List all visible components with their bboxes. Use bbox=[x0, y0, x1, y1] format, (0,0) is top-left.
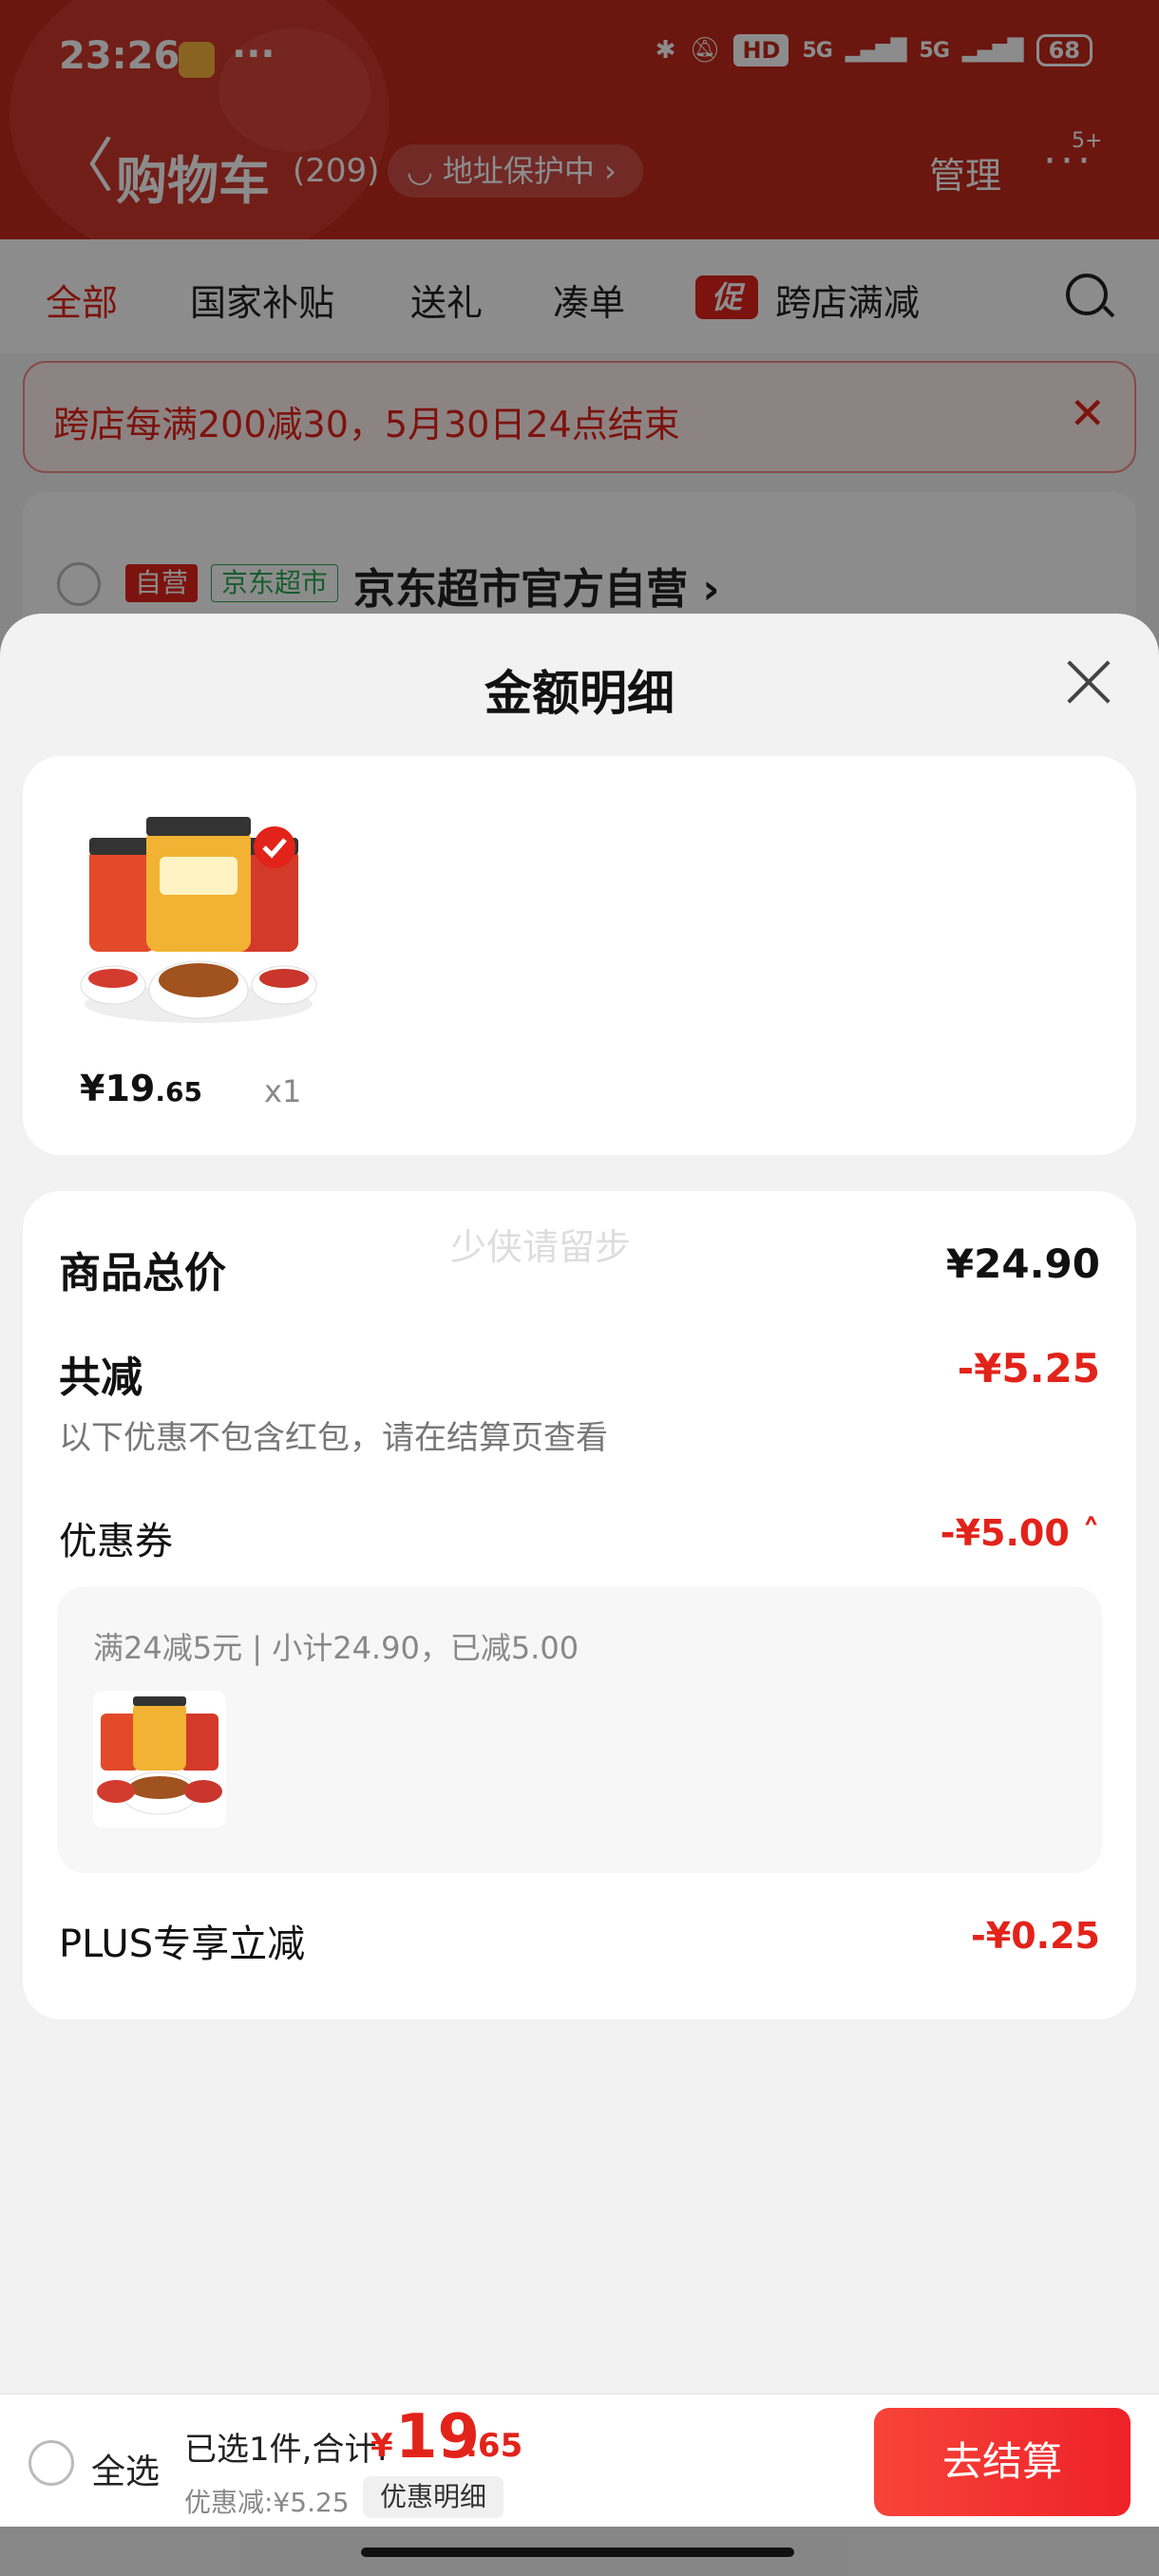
discount-summary: 优惠减:¥5.25 bbox=[184, 2487, 350, 2518]
select-all-label[interactable]: 全选 bbox=[91, 2444, 160, 2493]
total-price-label: 商品总价 bbox=[59, 1249, 226, 1297]
coupon-detail-text: 满24减5元 | 小计24.90，已减5.00 bbox=[93, 1630, 580, 1666]
item-card: ¥19.65 x1 bbox=[23, 756, 1136, 1155]
price-breakdown-card: 少侠请留步 商品总价 ¥24.90 共减 -¥5.25 以下优惠不包含红包，请在… bbox=[23, 1191, 1136, 2019]
total-currency: ¥ bbox=[370, 2427, 393, 2465]
select-all-radio[interactable] bbox=[28, 2440, 74, 2486]
amount-detail-sheet: 金额明细 ¥19.65 x1 少侠请留步 商品总价 ¥24.90 共减 -¥5.… bbox=[0, 614, 1159, 2394]
summary-label: 已选1件,合计: bbox=[184, 2431, 388, 2469]
plus-discount-value: -¥0.25 bbox=[971, 1915, 1100, 1957]
product-thumbnail bbox=[93, 1691, 226, 1828]
coupon-value-toggle[interactable]: -¥5.00 ˄ bbox=[940, 1512, 1100, 1554]
coupon-label: 优惠券 bbox=[59, 1520, 173, 1563]
item-quantity: x1 bbox=[264, 1073, 302, 1109]
coupon-detail-box: 满24减5元 | 小计24.90，已减5.00 bbox=[57, 1586, 1102, 1873]
checkout-button[interactable]: 去结算 bbox=[874, 2408, 1130, 2516]
discount-detail-button[interactable]: 优惠明细 bbox=[363, 2476, 504, 2518]
product-image bbox=[80, 817, 317, 1023]
item-price-int: ¥19 bbox=[80, 1068, 156, 1109]
total-price-value: ¥24.90 bbox=[945, 1241, 1100, 1287]
home-indicator[interactable] bbox=[361, 2548, 794, 2557]
plus-discount-label: PLUS专享立减 bbox=[59, 1923, 306, 1966]
item-price: ¥19.65 bbox=[80, 1068, 202, 1109]
watermark: 少侠请留步 bbox=[450, 1226, 632, 1268]
checkout-bar: 全选 已选1件,合计: ¥ 19 .65 优惠减:¥5.25 优惠明细 去结算 bbox=[0, 2394, 1159, 2527]
close-icon[interactable] bbox=[1060, 653, 1117, 710]
cart-page: 23:26 ··· ✱ 🔕︎ HD 5G ▂▄▆█ 5G ▂▄▆█ 68 〈 购… bbox=[0, 0, 1159, 2576]
item-price-dec: .65 bbox=[155, 1076, 202, 1108]
total-reduction-value: -¥5.25 bbox=[957, 1345, 1100, 1392]
total-reduction-label: 共减 bbox=[59, 1354, 142, 1402]
sheet-title: 金额明细 bbox=[484, 666, 674, 721]
total-amount-dec: .65 bbox=[466, 2427, 523, 2465]
reduction-note: 以下优惠不包含红包，请在结算页查看 bbox=[59, 1419, 608, 1457]
